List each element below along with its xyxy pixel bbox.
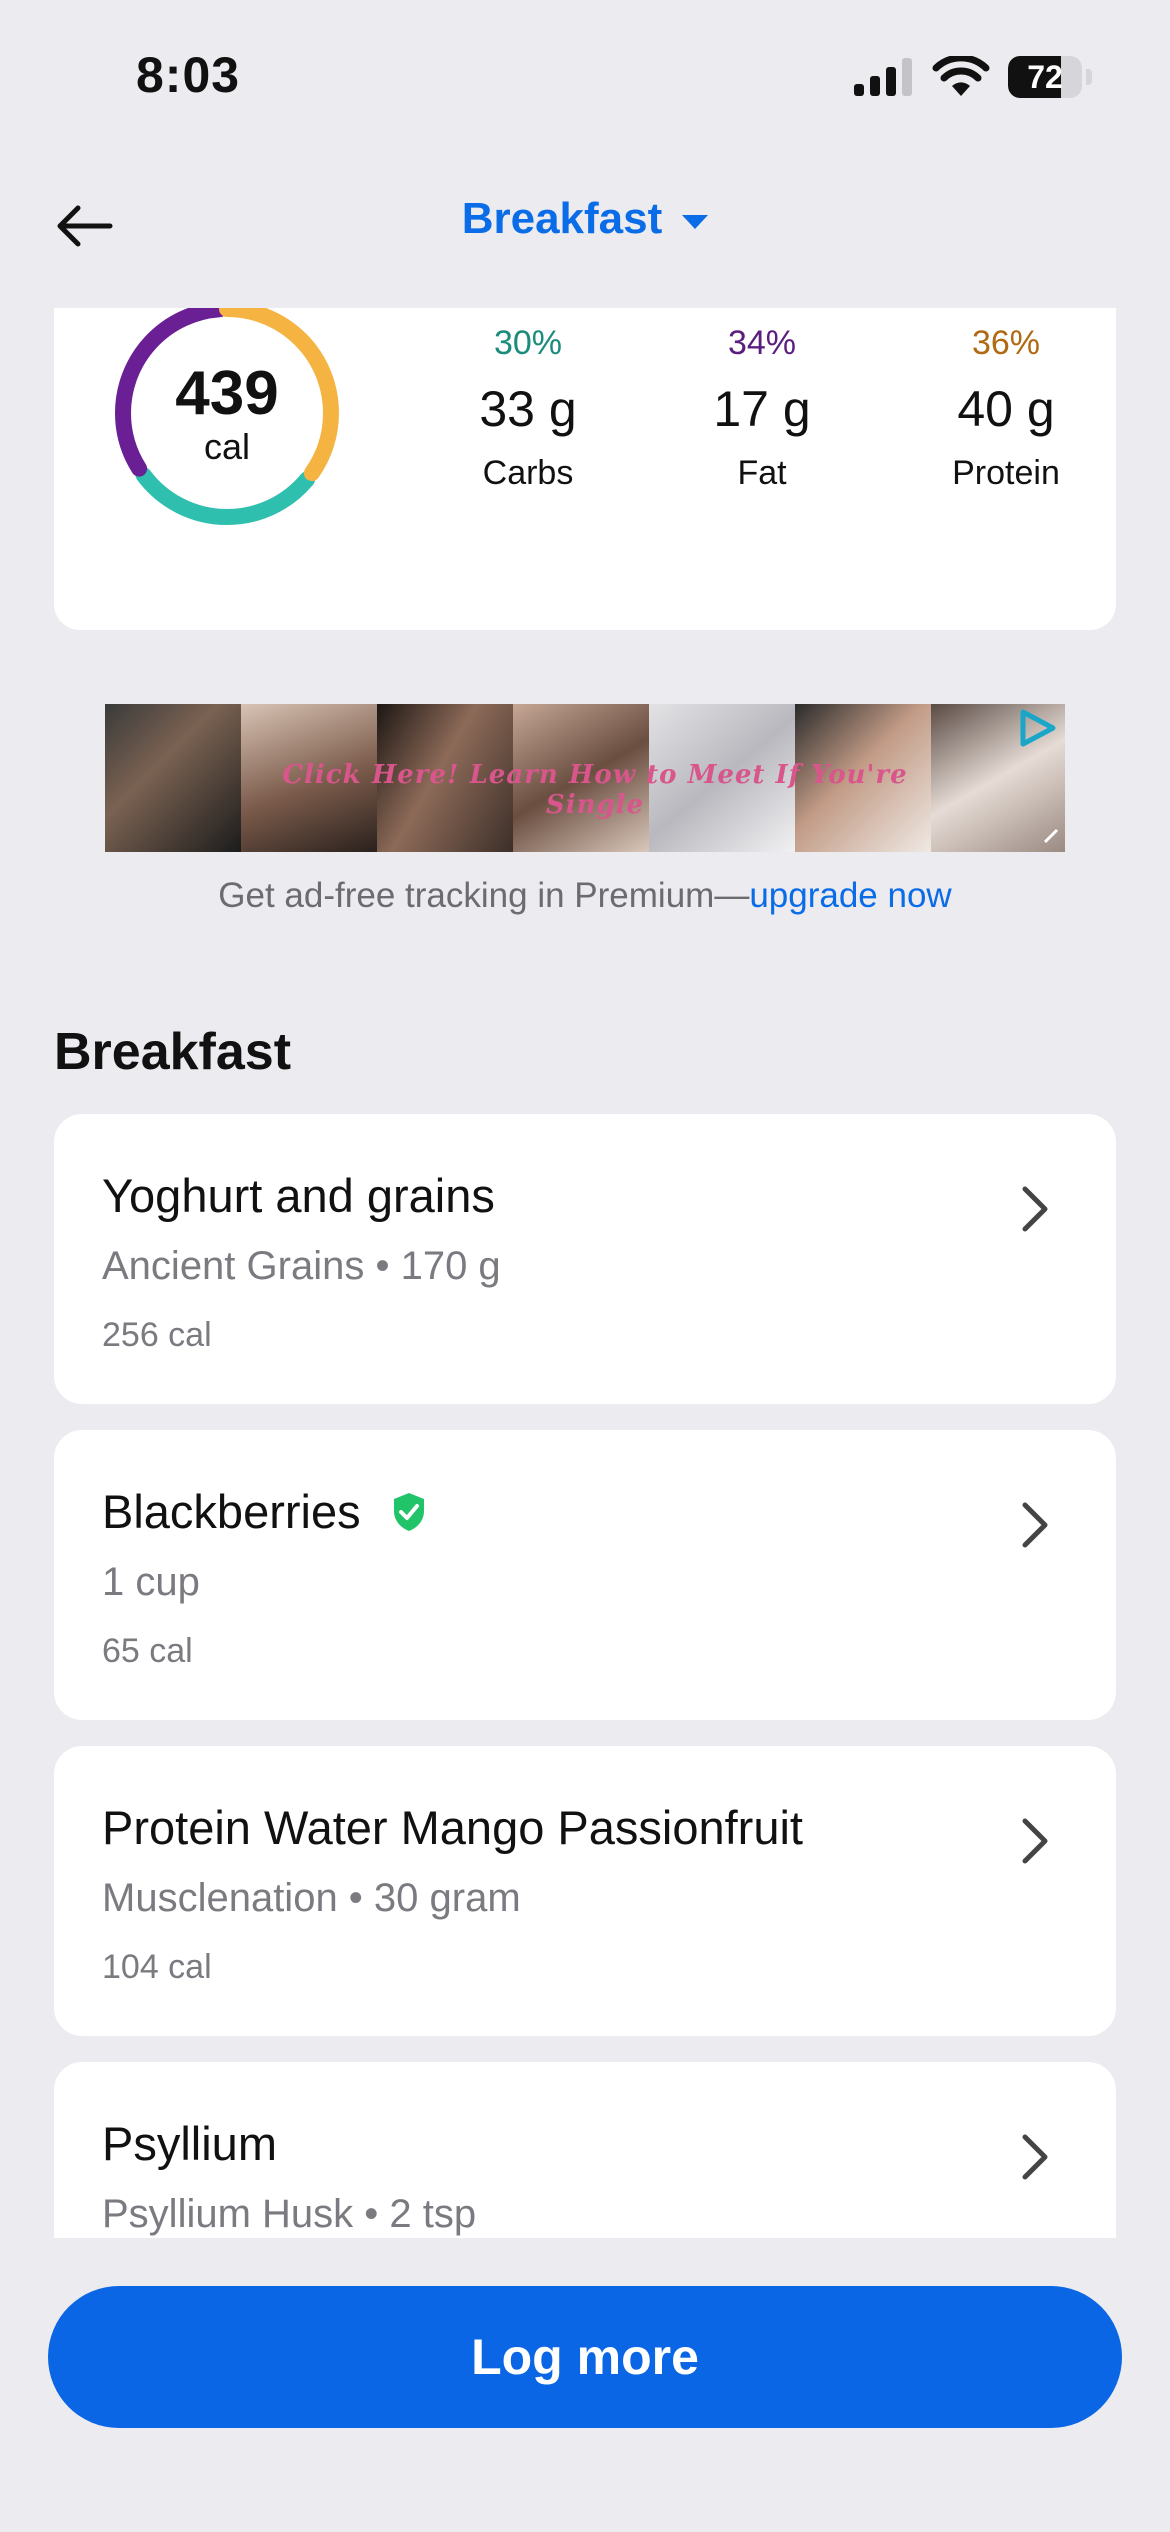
macro-carbs-amount: 33 g (479, 381, 577, 437)
food-name: Blackberries (102, 1484, 427, 1539)
food-calories: 65 cal (102, 1632, 193, 1670)
status-time: 8:03 (136, 47, 241, 103)
food-calories: 256 cal (102, 1316, 212, 1354)
chevron-right-icon (1022, 1818, 1048, 1864)
food-item-yoghurt-and-grains[interactable]: Yoghurt and grains Ancient Grains • 170 … (54, 1114, 1116, 1404)
calories-unit: cal (203, 426, 251, 467)
section-title: Breakfast (54, 1023, 292, 1081)
macro-fat: 34% 17 g Fat (652, 324, 872, 493)
food-item-psyllium[interactable]: Psyllium Psyllium Husk • 2 tsp (54, 2062, 1116, 2238)
food-name: Yoghurt and grains (102, 1169, 495, 1222)
macro-carbs: 30% 33 g Carbs (418, 324, 638, 493)
status-bar: 8:03 72 (0, 0, 1170, 150)
food-calories: 104 cal (102, 1948, 212, 1986)
macro-protein: 36% 40 g Protein (896, 324, 1116, 493)
log-more-button[interactable]: Log more (48, 2286, 1122, 2428)
food-name: Psyllium (102, 2117, 277, 2170)
food-detail: Musclenation • 30 gram (102, 1876, 521, 1920)
nutrition-summary-card: 439 cal 30% 33 g Carbs 34% 17 g Fat 36% … (54, 308, 1116, 630)
macro-protein-pct: 36% (971, 324, 1041, 362)
food-item-protein-water[interactable]: Protein Water Mango Passionfruit Musclen… (54, 1746, 1116, 2036)
upgrade-now-link[interactable]: upgrade now (749, 876, 951, 915)
chevron-right-icon (1022, 1186, 1048, 1232)
total-calories: 439 (175, 359, 279, 428)
food-detail: Psyllium Husk • 2 tsp (102, 2192, 477, 2236)
ad-banner[interactable]: Click Here! Learn How to Meet If You're … (105, 704, 1065, 852)
verified-shield-icon (393, 1492, 424, 1531)
food-detail: Ancient Grains • 170 g (102, 1244, 501, 1288)
battery-icon: 72 (1008, 56, 1092, 98)
chevron-right-icon (1022, 2134, 1048, 2180)
food-detail: 1 cup (102, 1560, 200, 1604)
meal-title: Breakfast (461, 194, 663, 243)
cellular-signal-icon (854, 58, 912, 96)
ad-banner-text: Click Here! Learn How to Meet If You're … (282, 760, 908, 820)
caret-down-icon (682, 215, 709, 229)
food-name: Protein Water Mango Passionfruit (102, 1801, 803, 1854)
meal-selector[interactable]: Breakfast (0, 194, 1170, 244)
macro-fat-pct: 34% (727, 324, 797, 362)
wifi-icon (932, 56, 990, 96)
food-list: Yoghurt and grains Ancient Grains • 170 … (0, 1100, 1170, 2238)
macro-carbs-pct: 30% (493, 324, 563, 362)
premium-text: Get ad-free tracking in Premium— (218, 876, 750, 915)
macro-carbs-label: Carbs (482, 454, 574, 492)
macro-fat-label: Fat (737, 454, 787, 492)
adchoices-icon[interactable] (1015, 708, 1059, 748)
ad-close-icon[interactable] (1041, 826, 1061, 846)
macro-fat-amount: 17 g (713, 381, 811, 437)
macro-protein-amount: 40 g (957, 381, 1055, 437)
macro-protein-label: Protein (952, 454, 1060, 492)
battery-level: 72 (1027, 59, 1063, 95)
chevron-right-icon (1022, 1502, 1048, 1548)
premium-upsell: Get ad-free tracking in Premium—upgrade … (0, 876, 1170, 916)
food-item-blackberries[interactable]: Blackberries 1 cup 65 cal (54, 1430, 1116, 1720)
